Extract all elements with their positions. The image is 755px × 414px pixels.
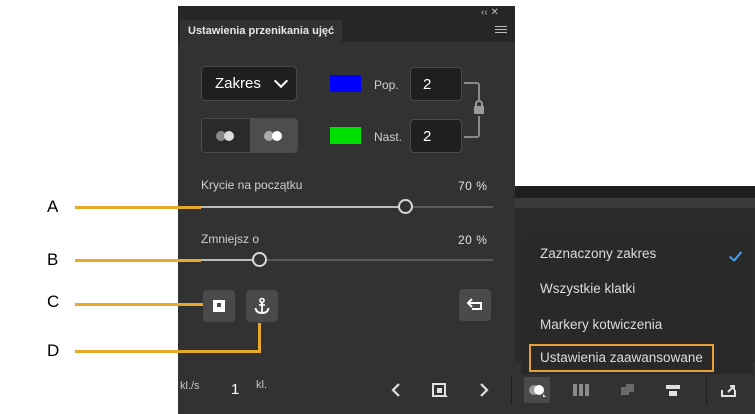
export-icon[interactable] <box>716 377 742 403</box>
onion-skin-outline-icon[interactable] <box>568 377 594 403</box>
onion-mode-outline-button[interactable] <box>202 119 250 152</box>
next-label: Nast. <box>374 130 403 144</box>
next-frames-value: 2 <box>423 127 432 145</box>
opacity-value[interactable]: 70 % <box>458 179 487 193</box>
timeline-ruler <box>515 186 755 198</box>
chevron-down-icon <box>273 73 289 89</box>
reduce-slider-fill <box>201 259 260 261</box>
anchor-icon <box>254 297 270 314</box>
onion-outline-icon <box>216 130 236 141</box>
menu-item-all-frames[interactable]: Wszystkie klatki <box>521 272 753 306</box>
onion-skin-icon[interactable] <box>524 377 550 403</box>
timeline-header <box>515 198 755 208</box>
opacity-slider-thumb[interactable] <box>397 199 413 214</box>
callout-a: A <box>47 197 59 216</box>
center-frame-icon[interactable] <box>660 377 686 403</box>
callout-c-line <box>75 303 203 306</box>
previous-frames-value: 2 <box>423 75 432 93</box>
fps-unit: kl./s <box>180 380 200 392</box>
onion-fill-icon <box>264 130 284 141</box>
keyframe-marker-icon <box>213 300 225 312</box>
checkmark-icon <box>728 248 743 262</box>
toolbar-divider <box>511 375 512 405</box>
previous-frame-icon[interactable] <box>383 377 409 403</box>
next-frames-input[interactable]: 2 <box>410 119 462 153</box>
edit-multiple-frames-icon[interactable] <box>615 377 641 403</box>
reduce-value[interactable]: 20 % <box>458 233 487 247</box>
lock-icon-body <box>474 106 484 114</box>
anchor-button[interactable] <box>246 290 278 322</box>
tab-onion-skin-settings[interactable]: Ustawienia przenikania ujęć <box>180 20 343 42</box>
keyframe-icon[interactable] <box>427 377 453 403</box>
callout-a-line <box>75 206 201 209</box>
next-frame-icon[interactable] <box>471 377 497 403</box>
keyframe-marker-button[interactable] <box>203 290 235 322</box>
frame-value[interactable]: 1 <box>231 381 239 398</box>
next-color-swatch[interactable] <box>330 127 361 144</box>
previous-label: Pop. <box>374 78 399 92</box>
opacity-slider-fill <box>201 206 406 208</box>
onion-mode-fill-button[interactable] <box>250 119 297 152</box>
toolbar-divider-2 <box>706 375 707 405</box>
onion-mode-toggle <box>201 118 298 153</box>
range-dropdown-label: Zakres <box>215 75 261 92</box>
frame-unit: kl. <box>256 379 267 391</box>
panel-menu-icon[interactable] <box>495 26 507 36</box>
reset-button[interactable] <box>459 289 491 321</box>
reduce-slider-thumb[interactable] <box>251 252 267 267</box>
callout-d: D <box>47 341 60 360</box>
callout-d-line <box>75 350 261 353</box>
panel-top-bar <box>178 6 515 20</box>
opacity-label: Krycie na początku <box>201 178 303 192</box>
reduce-label: Zmniejsz o <box>201 232 260 246</box>
menu-item-selected-range[interactable]: Zaznaczony zakres <box>521 237 753 271</box>
menu-item-anchor-markers[interactable]: Markery kotwiczenia <box>521 308 753 342</box>
callout-b: B <box>47 250 59 269</box>
previous-color-swatch[interactable] <box>330 75 361 92</box>
advanced-settings-highlight <box>529 344 714 372</box>
previous-frames-input[interactable]: 2 <box>410 67 462 101</box>
callout-b-line <box>75 259 201 262</box>
callout-d-vline <box>258 323 261 353</box>
undo-icon <box>466 298 482 310</box>
range-dropdown[interactable]: Zakres <box>201 66 297 101</box>
panel-collapse-close-controls[interactable]: ‹‹ ✕ <box>481 7 499 18</box>
callout-c: C <box>47 292 60 311</box>
